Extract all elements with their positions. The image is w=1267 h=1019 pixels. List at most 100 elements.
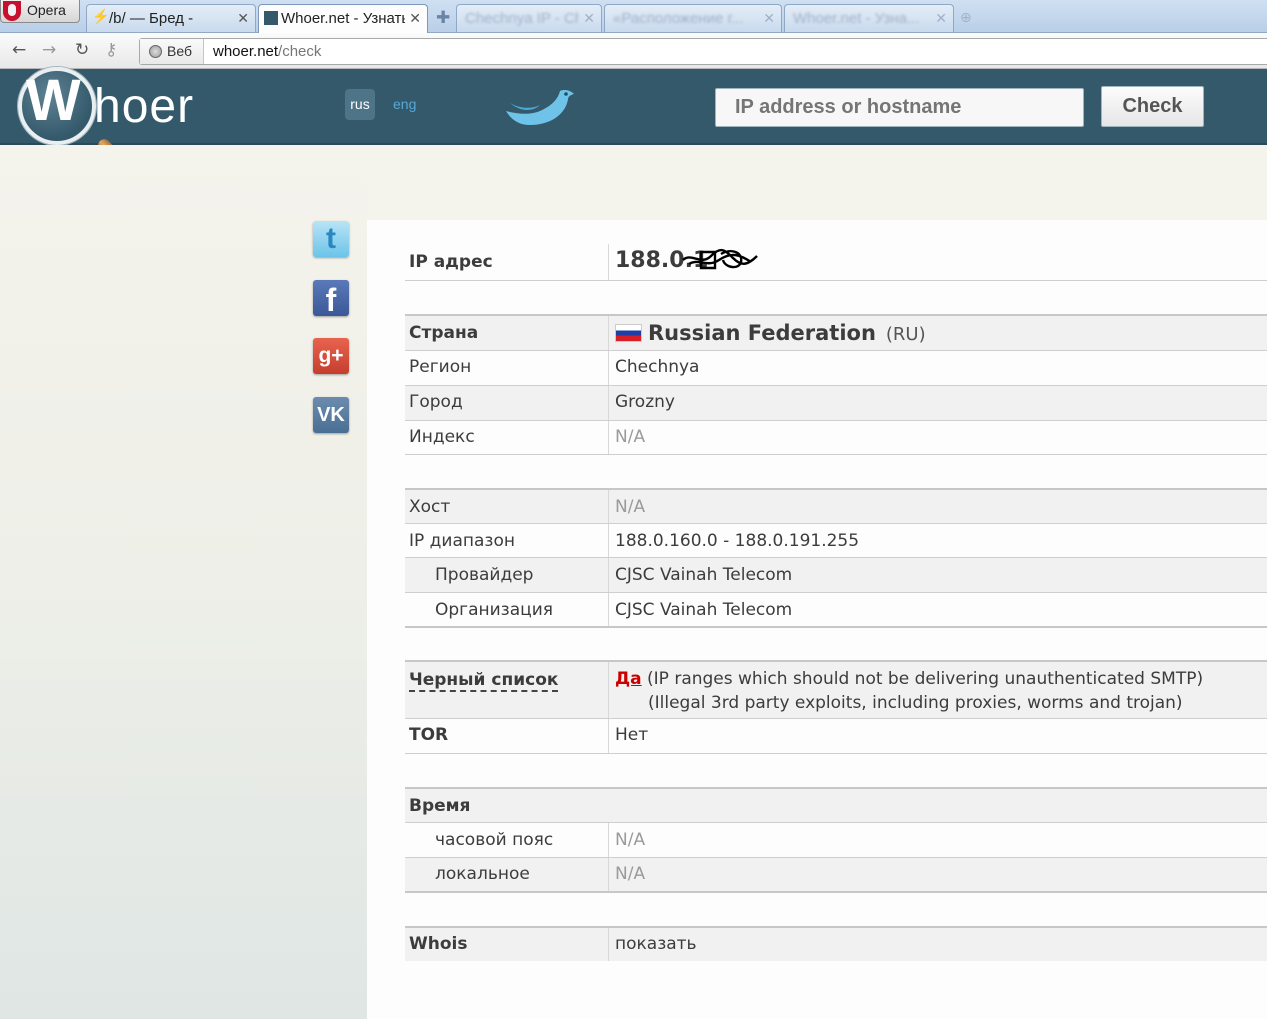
city-value: Grozny — [615, 392, 675, 412]
index-value: N/A — [615, 427, 646, 447]
redaction-scribble — [682, 248, 758, 270]
organization-value: CJSC Vainah Telecom — [615, 600, 793, 620]
provider-label: Провайдер — [435, 565, 534, 585]
twitter-bird-icon[interactable] — [500, 81, 580, 131]
left-background — [0, 145, 367, 1019]
local-time-value: N/A — [615, 864, 646, 884]
row-local-time: локальное N/A — [405, 858, 1267, 893]
tor-label: TOR — [409, 725, 449, 745]
google-plus-share-icon[interactable]: g+ — [313, 338, 349, 374]
opera-menu-label: Opera — [27, 2, 66, 18]
host-label: Хост — [409, 497, 451, 517]
row-organization: Организация CJSC Vainah Telecom — [405, 593, 1267, 628]
opera-logo-icon — [3, 1, 21, 21]
row-tor: TOR Нет — [405, 719, 1267, 754]
close-icon[interactable]: ✕ — [237, 10, 249, 27]
ip-range-label: IP диапазон — [409, 531, 515, 551]
logo-text: hoer — [94, 80, 195, 133]
url-path: /check — [278, 43, 322, 60]
region-value: Chechnya — [615, 357, 700, 377]
row-ip-range: IP диапазон 188.0.160.0 - 188.0.191.255 — [405, 524, 1267, 558]
row-host: Хост N/A — [405, 488, 1267, 524]
tab-label: Chechnya IP - Ch... — [465, 10, 579, 27]
blacklist-reason-1: (IP ranges which should not be deliverin… — [647, 669, 1204, 689]
city-label: Город — [409, 392, 463, 412]
site-header: W hoer rus eng Check — [0, 67, 1267, 181]
region-label: Регион — [409, 357, 472, 377]
close-icon[interactable]: ✕ — [935, 10, 947, 27]
whoer-favicon-icon — [264, 11, 278, 25]
country-value: Russian Federation — [648, 321, 876, 345]
twitter-share-icon[interactable]: t — [313, 221, 349, 257]
row-index: Индекс N/A — [405, 421, 1267, 455]
host-value: N/A — [615, 497, 646, 517]
address-prefix[interactable]: Веб — [140, 39, 204, 64]
row-whois: Whois показать — [405, 926, 1267, 961]
opera-menu-button[interactable]: Opera — [0, 0, 80, 23]
row-city: Город Grozny — [405, 386, 1267, 421]
tab-label: «Расположение г... — [613, 10, 744, 27]
blacklist-label-wrap: Черный список — [409, 670, 559, 692]
url-host: whoer.net — [213, 43, 279, 60]
blacklist-line1-wrap: Да (IP ranges which should not be delive… — [615, 669, 1203, 689]
globe-icon — [149, 45, 162, 58]
tab-raspolozhenie[interactable]: «Расположение г... ✕ — [604, 4, 782, 32]
timezone-label: часовой пояс — [435, 830, 554, 850]
facebook-share-icon[interactable]: f — [313, 280, 349, 318]
country-label: Страна — [409, 323, 479, 343]
row-provider: Провайдер CJSC Vainah Telecom — [405, 558, 1267, 593]
back-arrow-icon[interactable]: ← — [12, 40, 26, 60]
browser-tab-strip: Opera ⚡ /b/ — Бред - ✕ Whoer.net - Узнат… — [0, 0, 1267, 33]
vk-share-icon[interactable]: VK — [313, 397, 349, 433]
tab-label: Whoer.net - Узна... — [793, 10, 920, 27]
blacklist-reason-2: (Illegal 3rd party exploits, including p… — [648, 693, 1183, 713]
url-text[interactable]: whoer.net/check — [213, 43, 321, 60]
info-panel: IP адрес 188.0.1 Страна Russian Federati… — [367, 220, 1267, 1019]
country-code: (RU) — [885, 324, 926, 345]
forward-arrow-icon[interactable]: → — [42, 40, 56, 60]
tab-label: /b/ — Бред - — [109, 10, 194, 27]
close-icon[interactable]: ✕ — [763, 10, 775, 27]
whois-label: Whois — [409, 934, 468, 954]
key-icon[interactable]: ⚷ — [105, 40, 117, 60]
row-time: Время — [405, 787, 1267, 823]
row-timezone: часовой пояс N/A — [405, 823, 1267, 858]
close-icon[interactable]: ✕ — [583, 10, 595, 27]
lang-rus-button[interactable]: rus — [345, 89, 375, 120]
ip-label: IP адрес — [409, 252, 493, 272]
ip-value-wrap: 188.0.1 — [615, 248, 758, 273]
timezone-value: N/A — [615, 830, 646, 850]
tab-whoer-active[interactable]: Whoer.net - Узнать ✕ — [258, 4, 428, 33]
tab-whoer-2[interactable]: Whoer.net - Узна... ✕ — [784, 4, 954, 32]
tab-label: Whoer.net - Узнать — [281, 10, 405, 27]
row-country: Страна Russian Federation (RU) — [405, 314, 1267, 351]
row-region: Регион Chechnya — [405, 351, 1267, 386]
whois-show-link[interactable]: показать — [615, 934, 697, 954]
time-label: Время — [409, 796, 471, 816]
row-ip: IP адрес 188.0.1 — [405, 244, 1267, 281]
browser-nav-bar: ← → ↻ ⚷ Веб whoer.net/check — [0, 33, 1267, 69]
provider-value: CJSC Vainah Telecom — [615, 565, 793, 585]
tab-chechnya-ip[interactable]: Chechnya IP - Ch... ✕ — [456, 4, 602, 32]
close-icon[interactable]: ✕ — [409, 10, 421, 27]
tab-overflow-icon[interactable]: ⊕ — [960, 10, 972, 26]
ip-range-value: 188.0.160.0 - 188.0.191.255 — [615, 531, 860, 551]
index-label: Индекс — [409, 427, 475, 447]
lightning-icon: ⚡ — [92, 8, 110, 24]
tab-bred[interactable]: ⚡ /b/ — Бред - ✕ — [86, 4, 256, 32]
reload-icon[interactable]: ↻ — [75, 40, 89, 60]
ip-search-input[interactable] — [715, 88, 1084, 127]
lang-eng-link[interactable]: eng — [393, 96, 416, 112]
blacklist-yes-link[interactable]: Да — [615, 669, 642, 689]
google-plus-letter: g+ — [318, 344, 344, 367]
address-prefix-label: Веб — [167, 43, 192, 59]
vk-letter: VK — [317, 404, 345, 426]
blacklist-label[interactable]: Черный список — [409, 670, 559, 692]
twitter-letter: t — [326, 222, 336, 255]
russia-flag-icon — [615, 324, 642, 342]
address-bar[interactable]: Веб whoer.net/check — [139, 38, 1267, 65]
facebook-letter: f — [325, 282, 337, 318]
check-button[interactable]: Check — [1101, 86, 1204, 127]
local-time-label: локальное — [435, 864, 530, 884]
new-tab-icon[interactable]: ✚ — [436, 8, 450, 28]
